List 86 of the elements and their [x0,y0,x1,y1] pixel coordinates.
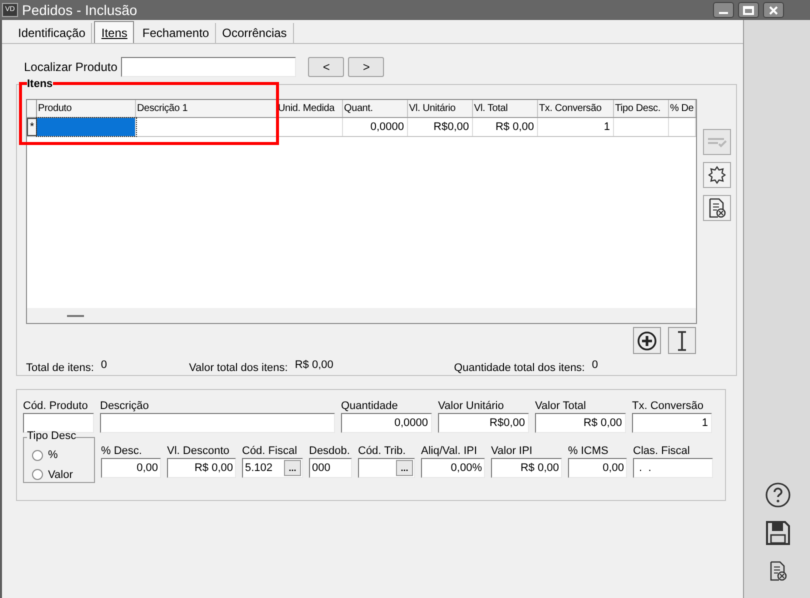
previous-button[interactable]: < [308,57,344,77]
input-field[interactable]: 000 [309,458,352,478]
input-field[interactable]: R$ 0,00 [167,458,236,478]
input-field[interactable]: 1 [632,413,712,433]
input-field[interactable]: 0,0000 [341,413,432,433]
row-marker: * [27,118,37,136]
input-field[interactable]: 0,00% [421,458,485,478]
total-label: Total de itens: [26,361,94,376]
star-button[interactable] [703,162,731,188]
radio-label: Valor [48,468,73,482]
column-header[interactable]: Produto [37,100,136,117]
search-label: Localizar Produto [24,59,118,76]
column-header[interactable]: Tipo Desc. [614,100,669,117]
insert-button[interactable] [668,327,696,354]
total-value: 0 [100,358,107,373]
help-icon [765,482,791,508]
input-field[interactable]: R$ 0,00 [491,458,562,478]
radio-button[interactable] [32,469,43,480]
column-header[interactable]: Unid. Medida [277,100,343,117]
minimize-icon [719,12,728,14]
field-label: Vl. Desconto [167,444,230,458]
input-field[interactable]: 0,00 [101,458,161,478]
search-field[interactable] [121,57,296,77]
table-cell[interactable]: 0,0000 [343,118,408,136]
field-label: Cód. Fiscal [242,444,298,458]
close-icon [769,6,778,14]
discount-type-title: Tipo Desc [27,431,76,442]
field-label: Clas. Fiscal [633,444,691,458]
table-cell[interactable]: 1 [538,118,614,136]
input-field[interactable] [23,413,94,433]
save-button[interactable] [763,520,793,546]
minimize-button[interactable] [713,2,734,18]
tab[interactable]: Itens [94,21,134,43]
radio-label: % [48,448,58,463]
save-icon [766,521,790,545]
total-value: R$ 0,00 [294,358,334,373]
input-field[interactable]: R$ 0,00 [535,413,626,433]
field-label: Quantidade [341,399,399,413]
text-cursor-icon [677,330,687,350]
input-field[interactable]: R$0,00 [438,413,529,433]
input-field[interactable]: 0,00 [568,458,627,478]
column-header[interactable]: Tx. Conversão [538,100,614,117]
field-label: Aliq/Val. IPI [421,444,478,458]
column-header[interactable]: Vl. Unitário [408,100,473,117]
items-group-title: Itens [27,79,53,90]
star-burst-icon [708,166,726,184]
field-label: Desdob. [309,444,351,458]
plus-circle-icon [637,330,657,350]
lookup-field[interactable]: 5.102 ... [242,458,303,478]
lookup-field[interactable]: ... [358,458,415,478]
input-field[interactable]: 5.102 [243,459,284,477]
field-label: Cód. Produto [23,399,89,413]
add-button[interactable] [633,327,661,354]
field-label: Valor Unitário [438,399,505,413]
field-label: % Desc. [101,444,143,458]
document-delete-icon [708,198,726,218]
delete-button[interactable] [703,195,731,221]
field-label: Tx. Conversão [632,399,705,413]
close-button[interactable] [763,2,784,18]
table-cell[interactable]: R$ 0,00 [473,118,538,136]
table-cell[interactable]: R$0,00 [408,118,473,136]
total-label: Valor total dos itens: [189,361,288,376]
lookup-button[interactable]: ... [396,460,413,476]
total-label: Quantidade total dos itens: [454,361,585,376]
column-header[interactable]: % De [669,100,696,117]
maximize-button[interactable] [738,2,759,18]
field-label: Cód. Trib. [358,444,407,458]
next-button[interactable]: > [348,57,384,77]
input-field[interactable] [100,413,335,433]
field-label: % ICMS [568,444,610,458]
column-header[interactable]: Descrição 1 [136,100,277,117]
input-field[interactable]: . . [633,458,713,478]
document-cancel-icon [769,561,787,581]
radio-button[interactable] [32,450,43,461]
maximize-icon [743,6,754,14]
help-button[interactable] [763,482,793,508]
window-title: Pedidos - Inclusão [22,0,138,20]
column-header[interactable]: Vl. Total [473,100,538,117]
column-header[interactable]: Quant. [343,100,408,117]
field-label: Valor Total [535,399,587,413]
total-value: 0 [592,358,598,373]
field-label: Valor IPI [491,444,534,458]
table-cell[interactable] [37,118,136,136]
lookup-button[interactable]: ... [284,460,301,476]
field-label: Descrição [100,399,150,413]
check-lines-icon [707,136,727,148]
